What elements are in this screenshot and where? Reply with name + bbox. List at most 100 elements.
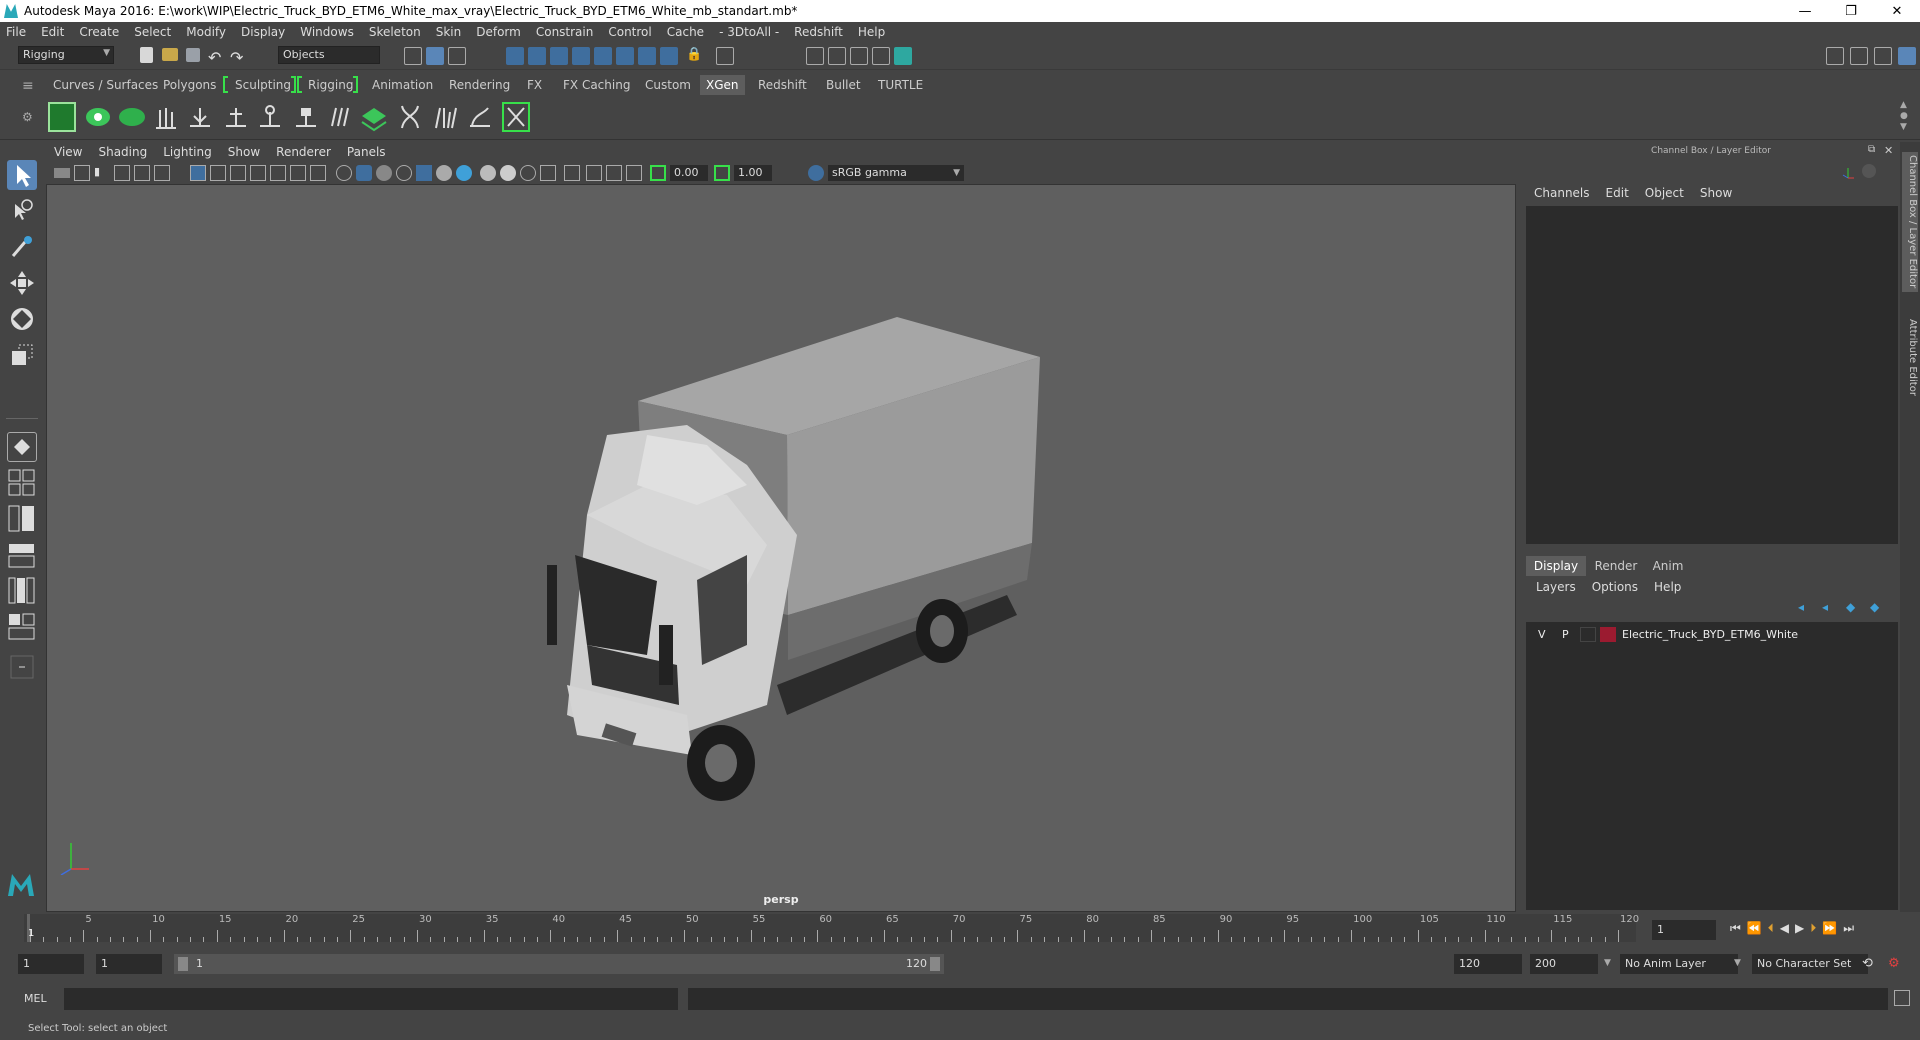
- isolate-select-icon[interactable]: [540, 165, 556, 181]
- go-to-end-icon[interactable]: ⏭: [1843, 921, 1854, 936]
- save-scene-icon[interactable]: [186, 48, 200, 62]
- panel-menu-renderer[interactable]: Renderer: [276, 145, 331, 159]
- layer-editor-menu-options[interactable]: Options: [1592, 580, 1638, 594]
- channel-box-menu-channels[interactable]: Channels: [1534, 186, 1590, 200]
- new-layer-selected-icon[interactable]: ◆: [1870, 600, 1879, 614]
- side-tab-attribute-editor[interactable]: Attribute Editor: [1902, 302, 1918, 412]
- menu-windows[interactable]: Windows: [300, 25, 354, 39]
- wireframe-on-shaded-icon[interactable]: [376, 165, 392, 181]
- layer-tab-display[interactable]: Display: [1526, 556, 1586, 576]
- snap-point-icon[interactable]: [550, 47, 568, 65]
- panel-menu-panels[interactable]: Panels: [347, 145, 386, 159]
- close-panel-icon[interactable]: ✕: [1884, 144, 1893, 157]
- shelf-tab-curves-surfaces[interactable]: Curves / Surfaces: [47, 75, 164, 95]
- channel-box-menu-show[interactable]: Show: [1700, 186, 1732, 200]
- panel-menu-lighting[interactable]: Lighting: [163, 145, 212, 159]
- gate-mask-icon[interactable]: [250, 165, 266, 181]
- shelf-tab-turtle[interactable]: TURTLE: [872, 75, 929, 95]
- restore-button[interactable]: ❐: [1828, 4, 1874, 19]
- exposure-field[interactable]: 0.00: [670, 165, 708, 181]
- field-chart-icon[interactable]: [270, 165, 286, 181]
- use-all-lights-icon[interactable]: [416, 165, 432, 181]
- shelf-tab-sculpting[interactable]: Sculpting: [229, 75, 297, 95]
- layer-type-toggle[interactable]: [1580, 627, 1596, 642]
- menu-file[interactable]: File: [6, 25, 26, 39]
- layer-visibility-toggle[interactable]: V: [1538, 628, 1546, 641]
- menu-set-dropdown[interactable]: Rigging ▼: [18, 46, 114, 64]
- move-layer-up-icon[interactable]: ◂: [1798, 600, 1804, 614]
- playback-start-field[interactable]: 1: [96, 954, 162, 974]
- playback-end-field[interactable]: 120: [1454, 954, 1522, 974]
- xray-icon[interactable]: [564, 165, 580, 181]
- graph-editor-layout-icon[interactable]: [7, 540, 37, 570]
- menu-skeleton[interactable]: Skeleton: [369, 25, 421, 39]
- panel-menu-shading[interactable]: Shading: [98, 145, 147, 159]
- modeling-toolkit-icon[interactable]: [1826, 47, 1844, 65]
- 2d-pan-zoom-icon[interactable]: [134, 165, 150, 181]
- layer-editor-menu-help[interactable]: Help: [1654, 580, 1681, 594]
- color-space-dropdown[interactable]: sRGB gamma ▼: [828, 165, 964, 181]
- shadows-icon[interactable]: [436, 165, 452, 181]
- ipr-render-icon[interactable]: [850, 47, 868, 65]
- xgen-place-guides-icon[interactable]: [152, 102, 180, 132]
- layer-tab-render[interactable]: Render: [1588, 556, 1644, 576]
- float-panel-icon[interactable]: ⧉: [1868, 144, 1875, 155]
- select-hierarchy-icon[interactable]: [404, 47, 422, 65]
- snap-grid-icon[interactable]: [506, 47, 524, 65]
- channel-box-menu-edit[interactable]: Edit: [1606, 186, 1629, 200]
- menu-skin[interactable]: Skin: [436, 25, 462, 39]
- close-button[interactable]: ✕: [1874, 4, 1920, 19]
- shelf-tab-fx-caching[interactable]: FX Caching: [557, 75, 636, 95]
- range-handle-start[interactable]: [178, 957, 188, 971]
- exposure-icon[interactable]: [650, 165, 666, 181]
- menu-modify[interactable]: Modify: [186, 25, 226, 39]
- step-forward-key-icon[interactable]: ⏩: [1822, 921, 1837, 936]
- step-forward-frame-icon[interactable]: ⏵: [1810, 921, 1816, 936]
- render-current-frame-icon[interactable]: [828, 47, 846, 65]
- xgen-toolbox-icon[interactable]: [502, 102, 530, 132]
- camera-select-icon[interactable]: [54, 168, 70, 178]
- step-back-frame-icon[interactable]: ⏴: [1768, 921, 1774, 936]
- attribute-editor-toggle-icon[interactable]: [1850, 47, 1868, 65]
- animation-start-field[interactable]: 1: [18, 954, 84, 974]
- xgen-primitive-icon[interactable]: [118, 102, 146, 132]
- single-perspective-layout-icon[interactable]: [7, 432, 37, 462]
- screen-space-ao-icon[interactable]: [456, 165, 472, 181]
- snap-distance-icon[interactable]: [660, 47, 678, 65]
- time-slider-track[interactable]: 5 10 15 20 25 30 35 40 45 50 55 60 65 70 75 80 85 90 95 100…: [24, 914, 1639, 942]
- shelf-tab-rendering[interactable]: Rendering: [443, 75, 516, 95]
- snap-view-plane-icon[interactable]: [572, 47, 590, 65]
- script-editor-icon[interactable]: [1894, 990, 1910, 1006]
- step-back-key-icon[interactable]: ⏪: [1747, 921, 1762, 936]
- selection-mask-dropdown[interactable]: Objects: [278, 46, 380, 64]
- panel-menu-view[interactable]: View: [54, 145, 82, 159]
- current-frame-field[interactable]: 1: [1652, 920, 1716, 940]
- layer-name[interactable]: Electric_Truck_BYD_ETM6_White: [1622, 628, 1798, 641]
- minimize-button[interactable]: —: [1782, 4, 1828, 19]
- chevron-down-icon[interactable]: ▼: [1604, 958, 1611, 968]
- chevron-down-icon[interactable]: ▼: [1734, 958, 1741, 968]
- safe-action-icon[interactable]: [290, 165, 306, 181]
- menu-help[interactable]: Help: [858, 25, 885, 39]
- xgen-brush-icon[interactable]: [466, 102, 494, 132]
- channel-box-toggle-icon[interactable]: [1862, 164, 1876, 178]
- outliner-layout-icon[interactable]: [7, 504, 37, 534]
- smooth-shade-icon[interactable]: [356, 165, 372, 181]
- film-gate-icon[interactable]: [210, 165, 226, 181]
- select-tool-icon[interactable]: [7, 160, 37, 190]
- camera-attributes-icon[interactable]: [74, 165, 90, 181]
- lock-icon[interactable]: 🔒: [686, 47, 704, 65]
- menu-select[interactable]: Select: [134, 25, 171, 39]
- play-backwards-icon[interactable]: ◀: [1780, 921, 1789, 936]
- xgen-rebuild-guide-icon[interactable]: [326, 102, 354, 132]
- textured-icon[interactable]: [396, 165, 412, 181]
- xgen-sculpt-guide-icon[interactable]: [222, 102, 250, 132]
- shelf-menu-icon[interactable]: ≡: [22, 78, 34, 94]
- channel-box-area[interactable]: [1526, 206, 1898, 544]
- image-plane-icon[interactable]: [114, 165, 130, 181]
- go-to-start-icon[interactable]: ⏮: [1730, 921, 1741, 936]
- layer-row[interactable]: V P Electric_Truck_BYD_ETM6_White: [1532, 626, 1900, 644]
- xgen-region-map-icon[interactable]: [396, 102, 424, 132]
- select-object-icon[interactable]: [426, 47, 444, 65]
- layer-tab-anim[interactable]: Anim: [1644, 556, 1692, 576]
